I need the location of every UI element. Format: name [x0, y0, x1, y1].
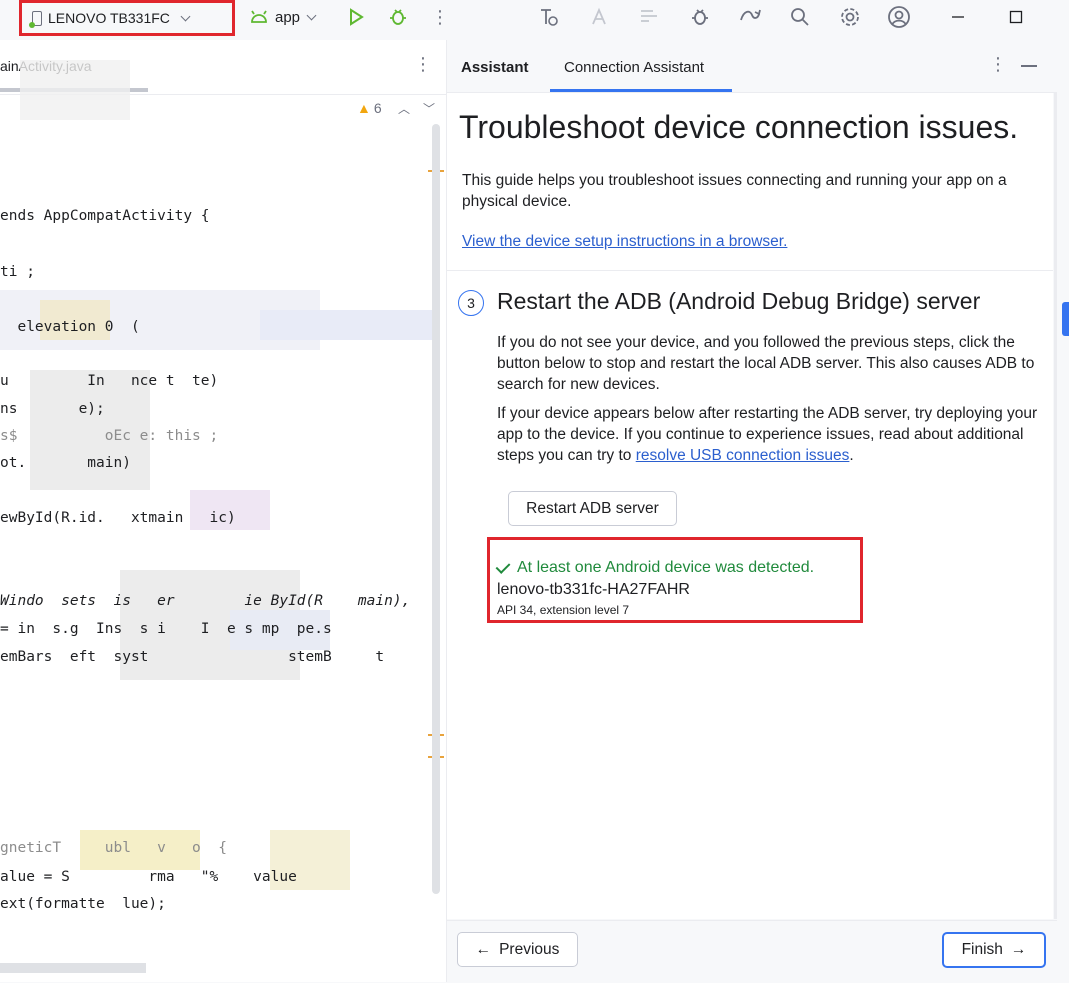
- detection-status-text: At least one Android device was detected…: [517, 559, 815, 576]
- warning-icon: ▲: [357, 100, 371, 116]
- sync-icon[interactable]: [738, 5, 762, 29]
- code-editor[interactable]: ainActivity.java ⋮ ▲ 6 ︿ ﹀ ends AppCompa…: [0, 40, 447, 982]
- code-line: emBars eft syst stemB t: [0, 649, 385, 665]
- step-followup-end: .: [849, 447, 854, 464]
- code-line: alue = S rma "% value: [0, 869, 297, 885]
- more-icon[interactable]: ⋮: [428, 5, 452, 29]
- code-line: ot. main): [0, 455, 131, 471]
- warnings-indicator[interactable]: ▲ 6: [357, 100, 382, 116]
- step-number-badge: 3: [458, 290, 484, 316]
- tool-window-tab[interactable]: [1062, 302, 1069, 336]
- chevron-down-icon: [180, 11, 191, 21]
- previous-button-label: Previous: [499, 940, 560, 958]
- code-line: ti ;: [0, 264, 35, 280]
- assistant-panel: Assistant Connection Assistant ⋮ Trouble…: [447, 40, 1057, 983]
- code-line: Windo sets is er ie ById(R main),: [0, 593, 411, 609]
- phone-icon: [29, 10, 42, 28]
- chevron-up-icon[interactable]: ︿: [398, 100, 410, 117]
- debug-icon[interactable]: [386, 5, 410, 29]
- search-icon[interactable]: [788, 5, 812, 29]
- hide-panel-icon[interactable]: [1021, 65, 1037, 67]
- editor-vertical-scrollbar[interactable]: [432, 124, 440, 894]
- account-icon[interactable]: [887, 5, 911, 29]
- translate-icon[interactable]: [588, 5, 612, 29]
- step-followup: If your device appears below after resta…: [497, 403, 1042, 466]
- code-line: s$ oEc e: this ;: [0, 428, 219, 444]
- chevron-down-icon: [306, 10, 317, 20]
- assistant-tab-bar: Assistant Connection Assistant ⋮: [447, 40, 1057, 93]
- trace-icon[interactable]: [537, 5, 561, 29]
- intro-text: This guide helps you troubleshoot issues…: [462, 172, 1007, 210]
- check-icon: [495, 558, 511, 574]
- finish-button-label: Finish: [961, 941, 1003, 958]
- resolve-usb-issues-link[interactable]: resolve USB connection issues: [636, 447, 850, 464]
- code-line: u In nce t te): [0, 373, 219, 389]
- run-config-label: app: [275, 8, 301, 26]
- device-selector[interactable]: LENOVO TB331FC: [19, 0, 235, 36]
- assistant-content: Troubleshoot device connection issues. T…: [447, 93, 1053, 919]
- step-title: Restart the ADB (Android Debug Bridge) s…: [497, 288, 981, 314]
- warning-count: 6: [373, 100, 382, 116]
- layout-icon[interactable]: [637, 5, 661, 29]
- run-icon[interactable]: [344, 5, 368, 29]
- page-title: Troubleshoot device connection issues.: [459, 109, 1019, 145]
- code-line: ns e);: [0, 401, 105, 417]
- bug-icon[interactable]: [688, 5, 712, 29]
- maximize-icon[interactable]: [1004, 5, 1028, 29]
- device-selector-label: LENOVO TB331FC: [48, 10, 170, 26]
- arrow-left-icon: ←: [475, 940, 492, 958]
- arrow-right-icon: →: [1010, 941, 1027, 958]
- step-description: If you do not see your device, and you f…: [497, 334, 1035, 393]
- more-icon[interactable]: ⋮: [414, 54, 432, 75]
- more-icon[interactable]: ⋮: [989, 54, 1007, 75]
- assistant-footer: ← Previous Finish →: [447, 920, 1057, 983]
- previous-button[interactable]: ← Previous: [457, 932, 578, 967]
- detection-status: At least one Android device was detected…: [495, 558, 815, 577]
- editor-horizontal-scrollbar[interactable]: [0, 963, 146, 973]
- tab-assistant[interactable]: Assistant: [461, 59, 529, 76]
- device-api-level: API 34, extension level 7: [497, 603, 630, 617]
- restart-adb-button[interactable]: Restart ADB server: [508, 491, 677, 526]
- main-toolbar: LENOVO TB331FC app ⋮: [0, 0, 1069, 36]
- device-setup-link[interactable]: View the device setup instructions in a …: [462, 233, 787, 251]
- run-config-selector[interactable]: app: [249, 6, 317, 28]
- code-line: ewById(R.id. xtmain ic): [0, 510, 236, 526]
- redaction-blob: [260, 310, 440, 340]
- code-line: ends AppCompatActivity {: [0, 208, 210, 224]
- tab-connection-assistant[interactable]: Connection Assistant: [564, 59, 704, 76]
- code-line: elevation 0 (: [0, 319, 140, 335]
- active-tab-indicator: [550, 89, 732, 92]
- code-line: gneticT ubl v o {: [0, 840, 227, 856]
- device-serial: lenovo-tb331fc-HA27FAHR: [497, 581, 690, 598]
- right-tool-strip: [1057, 40, 1069, 982]
- redaction-blob: [20, 60, 130, 120]
- divider: [447, 270, 1053, 271]
- code-line: ext(formatte lue);: [0, 896, 166, 912]
- settings-icon[interactable]: [838, 5, 862, 29]
- android-icon: [251, 10, 267, 23]
- chevron-down-icon[interactable]: ﹀: [423, 100, 435, 117]
- minimize-icon[interactable]: [946, 5, 970, 29]
- finish-button[interactable]: Finish →: [942, 932, 1046, 968]
- code-line: = in s.g Ins s i I e s mp pe.s: [0, 621, 332, 637]
